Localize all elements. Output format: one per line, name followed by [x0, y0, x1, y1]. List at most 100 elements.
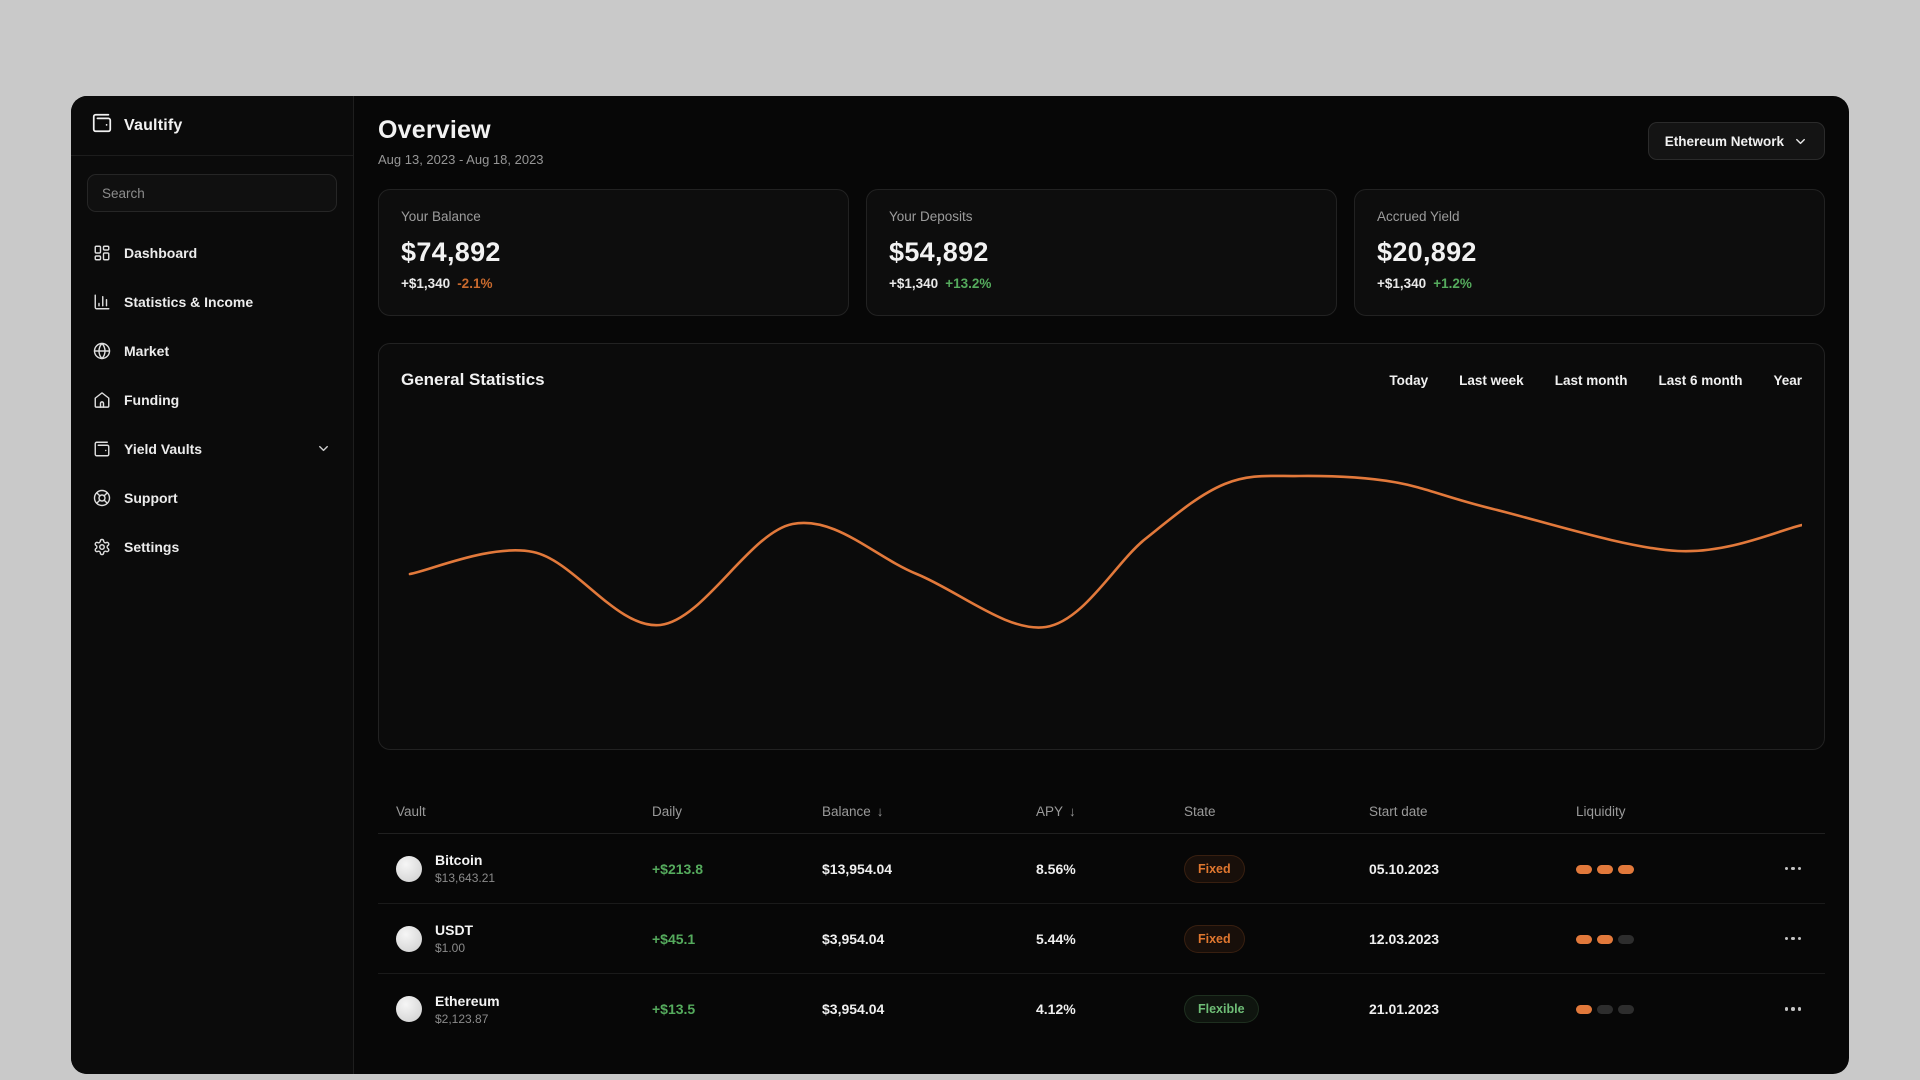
change-percent: -2.1% — [457, 276, 493, 291]
chart-time-filters: Today Last week Last month Last 6 month … — [1389, 373, 1802, 388]
row-menu-icon[interactable] — [1779, 1001, 1808, 1017]
network-selector-label: Ethereum Network — [1664, 133, 1784, 149]
sidebar-item-label: Settings — [124, 538, 180, 555]
sidebar-item-market[interactable]: Market — [87, 326, 337, 375]
vault-name: Ethereum — [435, 992, 500, 1009]
balance-value: $3,954.04 — [822, 1001, 885, 1017]
home-icon — [93, 391, 111, 409]
row-menu-icon[interactable] — [1779, 861, 1808, 877]
vault-price: $13,643.21 — [435, 871, 496, 885]
change-percent: +13.2% — [945, 276, 992, 291]
dashboard-icon — [93, 244, 111, 262]
apy-value: 8.56% — [1036, 860, 1076, 877]
logo: Vaultify — [71, 96, 353, 156]
column-apy[interactable]: APY ↓ — [1036, 804, 1184, 819]
page-title: Overview — [378, 116, 491, 144]
change-percent: +1.2% — [1433, 276, 1472, 291]
sidebar-item-dashboard[interactable]: Dashboard — [87, 228, 337, 277]
liquidity-indicator — [1576, 864, 1634, 874]
change-amount: +$1,340 — [401, 276, 451, 291]
gear-icon — [93, 538, 111, 556]
filter-today[interactable]: Today — [1389, 373, 1428, 388]
balance-value: $3,954.04 — [822, 930, 885, 947]
balance-value: $13,954.04 — [822, 860, 893, 877]
stat-value: $74,892 — [401, 237, 501, 267]
general-statistics-panel: General Statistics Today Last week Last … — [378, 343, 1825, 750]
date-range: Aug 13, 2023 - Aug 18, 2023 — [378, 152, 544, 167]
lifebuoy-icon — [93, 489, 111, 507]
state-badge: Flexible — [1184, 995, 1259, 1023]
chart-column-icon — [93, 293, 111, 311]
sidebar: Vaultify Dashboard Statistics & Income — [71, 96, 354, 1074]
sidebar-item-yield-vaults[interactable]: Yield Vaults — [87, 424, 337, 473]
change-amount: +$1,340 — [1377, 276, 1427, 291]
sort-desc-icon: ↓ — [876, 804, 884, 819]
vault-price: $2,123.87 — [435, 1011, 489, 1026]
stat-label: Accrued Yield — [1377, 209, 1460, 224]
liquidity-indicator — [1576, 1005, 1634, 1014]
stat-label: Your Deposits — [889, 209, 973, 224]
wallet-icon — [93, 440, 111, 458]
vaults-table: Vault Daily Balance ↓ APY ↓ State Start da… — [378, 790, 1825, 1044]
start-date: 12.03.2023 — [1369, 930, 1440, 947]
vault-name: Bitcoin — [435, 852, 483, 868]
column-balance[interactable]: Balance ↓ — [822, 804, 1036, 819]
stat-card-deposits: Your Deposits $54,892 +$1,340 +13.2% — [866, 189, 1337, 316]
sidebar-item-label: Statistics & Income — [124, 293, 254, 310]
chevron-down-icon — [1793, 134, 1808, 149]
daily-change: +$13.5 — [652, 1001, 696, 1017]
stat-card-balance: Your Balance $74,892 +$1,340 -2.1% — [378, 189, 849, 316]
sort-desc-icon: ↓ — [1069, 804, 1076, 819]
stat-label: Your Balance — [401, 209, 481, 224]
stat-value: $20,892 — [1377, 237, 1477, 267]
table-row-usdt[interactable]: USDT $1.00 +$45.1 $3,954.04 5.44% Fixed … — [378, 904, 1825, 974]
sidebar-item-settings[interactable]: Settings — [87, 522, 337, 571]
column-liquidity: Liquidity — [1576, 804, 1626, 819]
stat-value: $54,892 — [889, 237, 989, 267]
app-window: Vaultify Dashboard Statistics & Income — [71, 96, 1849, 1074]
filter-last-6-month[interactable]: Last 6 month — [1658, 373, 1742, 388]
daily-change: +$213.8 — [652, 860, 703, 877]
wallet-logo-icon — [91, 112, 113, 139]
sidebar-item-label: Funding — [124, 391, 180, 408]
main-content: Overview Aug 13, 2023 - Aug 18, 2023 Eth… — [354, 96, 1849, 1074]
filter-last-week[interactable]: Last week — [1459, 373, 1524, 388]
chart-line-path — [410, 476, 1802, 628]
table-row-ethereum[interactable]: Ethereum $2,123.87 +$13.5 $3,954.04 4.12… — [378, 974, 1825, 1044]
filter-last-month[interactable]: Last month — [1555, 373, 1628, 388]
column-state: State — [1184, 804, 1216, 819]
state-badge: Fixed — [1184, 854, 1245, 883]
sidebar-item-support[interactable]: Support — [87, 473, 337, 522]
app-title: Vaultify — [124, 116, 183, 134]
column-vault: Vault — [396, 804, 426, 819]
line-chart — [400, 449, 1802, 709]
start-date: 21.01.2023 — [1369, 1001, 1440, 1017]
globe-icon — [93, 342, 111, 360]
vault-price: $1.00 — [435, 941, 466, 955]
filter-year[interactable]: Year — [1773, 373, 1802, 388]
start-date: 05.10.2023 — [1369, 860, 1440, 877]
search-input[interactable] — [87, 174, 337, 212]
vault-avatar — [396, 855, 422, 882]
table-row-bitcoin[interactable]: Bitcoin $13,643.21 +$213.8 $13,954.04 8.… — [378, 834, 1825, 904]
chart-title: General Statistics — [401, 370, 545, 389]
network-selector-button[interactable]: Ethereum Network — [1647, 122, 1825, 160]
sidebar-item-statistics-income[interactable]: Statistics & Income — [87, 277, 337, 326]
table-header: Vault Daily Balance ↓ APY ↓ State Start da… — [378, 790, 1825, 834]
vault-name: USDT — [435, 922, 474, 938]
sidebar-item-label: Market — [124, 342, 170, 359]
stat-card-accrued-yield: Accrued Yield $20,892 +$1,340 +1.2% — [1354, 189, 1825, 316]
vault-avatar — [396, 925, 422, 952]
vault-avatar — [396, 996, 422, 1022]
daily-change: +$45.1 — [652, 930, 696, 947]
apy-value: 5.44% — [1036, 930, 1076, 947]
chevron-down-icon[interactable] — [316, 441, 331, 456]
column-start-date: Start date — [1369, 804, 1428, 819]
row-menu-icon[interactable] — [1779, 931, 1808, 947]
sidebar-item-funding[interactable]: Funding — [87, 375, 337, 424]
column-daily: Daily — [652, 804, 683, 819]
sidebar-item-label: Support — [124, 489, 178, 506]
liquidity-indicator — [1576, 934, 1634, 944]
sidebar-item-label: Dashboard — [124, 244, 198, 261]
sidebar-nav: Dashboard Statistics & Income Market Fun… — [71, 222, 353, 577]
